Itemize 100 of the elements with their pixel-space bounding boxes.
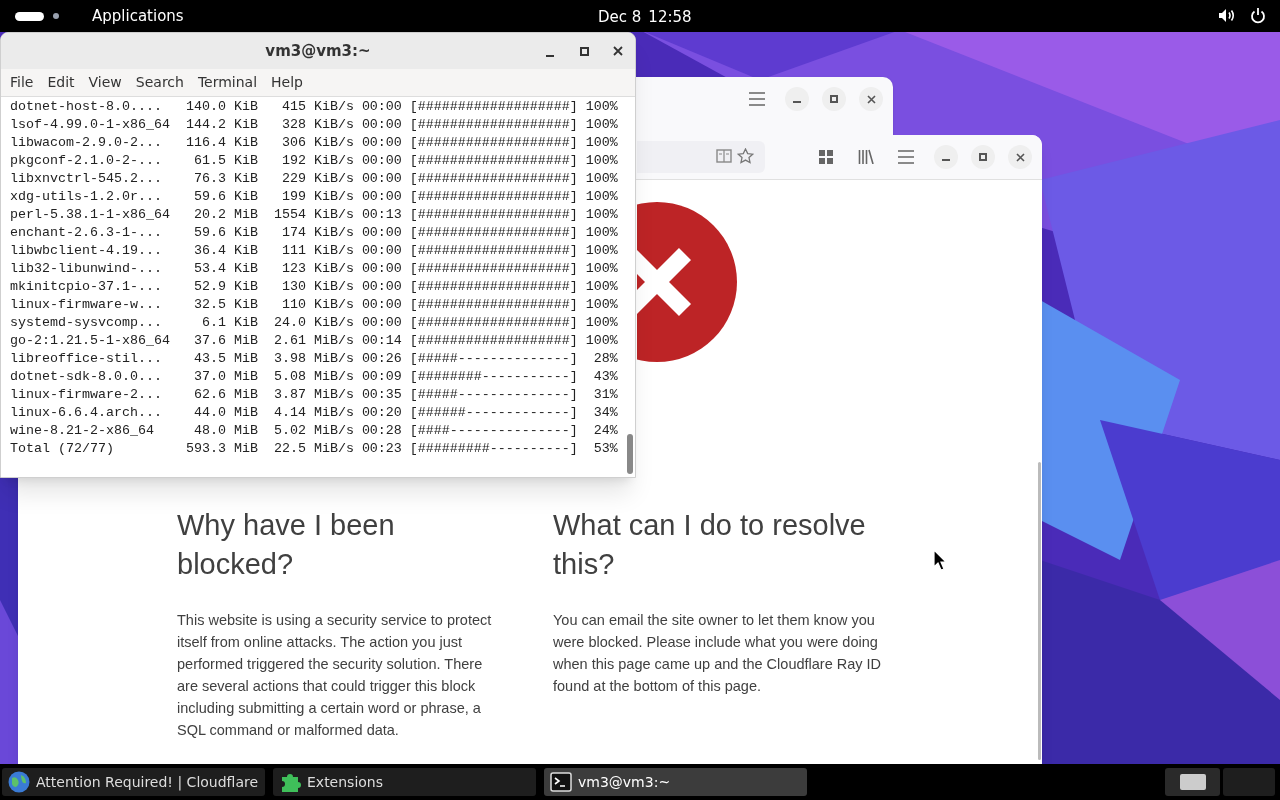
scrollbar[interactable] [1038, 462, 1041, 760]
package-name: linux-6.6.4.arch... [10, 404, 163, 422]
time-remaining: 00:00 [360, 296, 402, 314]
percent-text: 100% [584, 278, 618, 296]
menu-item[interactable]: Help [264, 72, 310, 93]
progress-text: [###################] [408, 98, 578, 116]
time-remaining: 00:09 [360, 368, 402, 386]
download-speed: 3.87 MiB/s [272, 386, 354, 404]
section-heading: Why have I been blocked? [177, 508, 396, 582]
package-name: mkinitcpio-37.1-... [10, 278, 163, 296]
progress-text: [###################] [408, 206, 578, 224]
download-speed: 130 KiB/s [280, 278, 354, 296]
grid-icon[interactable] [819, 150, 833, 164]
power-icon[interactable] [1250, 7, 1266, 24]
download-speed: 192 KiB/s [280, 152, 354, 170]
package-name: libwbclient-4.19... [10, 242, 163, 260]
time-remaining: 00:00 [360, 278, 402, 296]
section-heading: What can I do to resolve this? [553, 508, 867, 582]
package-name: go-2:1.21.5-1-x86_64 [10, 332, 170, 350]
workspace-thumbnail[interactable] [1165, 768, 1220, 796]
package-name: xdg-utils-1.2.0r... [10, 188, 163, 206]
time-remaining: 00:28 [360, 422, 402, 440]
progress-text: [###################] [408, 242, 578, 260]
puzzle-icon [279, 771, 301, 793]
reader-view-icon[interactable] [716, 149, 732, 164]
package-name: perl-5.38.1-1-x86_64 [10, 206, 170, 224]
percent-text: 100% [584, 116, 618, 134]
percent-text: 100% [584, 332, 618, 350]
package-name: systemd-sysvcomp... [10, 314, 163, 332]
progress-text: [###################] [408, 134, 578, 152]
percent-text: 31% [592, 386, 618, 404]
download-speed: 1554 KiB/s [272, 206, 354, 224]
percent-text: 100% [584, 296, 618, 314]
progress-text: [###################] [408, 152, 578, 170]
download-speed: 123 KiB/s [280, 260, 354, 278]
library-icon[interactable] [858, 149, 874, 164]
percent-text: 100% [584, 98, 618, 116]
percent-text: 100% [584, 260, 618, 278]
volume-icon[interactable] [1218, 8, 1235, 23]
percent-text: 100% [584, 152, 618, 170]
percent-text: 100% [584, 224, 618, 242]
menu-icon[interactable] [898, 150, 914, 164]
clock[interactable]: Dec 8 12:58 [598, 6, 692, 29]
terminal-icon [550, 772, 572, 792]
percent-text: 100% [584, 314, 618, 332]
taskbar-window-button[interactable]: Extensions [273, 768, 536, 796]
download-size: 59.6 KiB [192, 224, 258, 242]
applications-menu[interactable]: Applications [92, 4, 184, 28]
download-speed: 415 KiB/s [280, 98, 354, 116]
download-size: 32.5 KiB [192, 296, 258, 314]
time-remaining: 00:00 [360, 260, 402, 278]
workspace-thumbnail[interactable] [1223, 768, 1275, 796]
progress-text: [######-------------] [408, 404, 578, 422]
download-size: 20.2 MiB [192, 206, 258, 224]
time-remaining: 00:00 [360, 134, 402, 152]
download-size: 116.4 KiB [184, 134, 258, 152]
package-name: libreoffice-stil... [10, 350, 163, 368]
time-remaining: 00:00 [360, 188, 402, 206]
taskbar-window-button[interactable]: vm3@vm3:~ [544, 768, 807, 796]
package-name: libxnvctrl-545.2... [10, 170, 163, 188]
package-name: lsof-4.99.0-1-x86_64 [10, 116, 170, 134]
progress-text: [###################] [408, 170, 578, 188]
download-size: 6.1 KiB [200, 314, 258, 332]
package-name: pkgconf-2.1.0-2-... [10, 152, 163, 170]
menu-item[interactable]: View [81, 72, 129, 93]
activities-indicator-icon[interactable] [15, 11, 59, 21]
download-size: 53.4 KiB [192, 260, 258, 278]
progress-text: [###################] [408, 296, 578, 314]
taskbar-window-button[interactable]: Attention Required! | Cloudflare [2, 768, 265, 796]
percent-text: 28% [592, 350, 618, 368]
download-size: 76.3 KiB [192, 170, 258, 188]
download-speed: 5.02 MiB/s [272, 422, 354, 440]
bookmark-star-icon[interactable] [737, 148, 754, 164]
progress-text: [########-----------] [408, 368, 578, 386]
progress-text: [#####--------------] [408, 350, 578, 368]
percent-text: 100% [584, 242, 618, 260]
download-speed: 174 KiB/s [280, 224, 354, 242]
progress-text: [###################] [408, 332, 578, 350]
close-icon [613, 46, 623, 56]
menu-icon[interactable] [749, 92, 765, 106]
percent-text: 43% [592, 368, 618, 386]
download-speed: 22.5 MiB/s [272, 440, 354, 458]
progress-text: [#########----------] [408, 440, 578, 458]
download-size: 140.0 KiB [184, 98, 258, 116]
package-name: Total (72/77) [10, 440, 115, 458]
menu-item[interactable]: File [3, 72, 41, 93]
mouse-pointer-icon [933, 549, 947, 571]
window-title: vm3@vm3:~ [265, 40, 371, 62]
package-name: linux-firmware-w... [10, 296, 163, 314]
package-name: wine-8.21-2-x86_64 [10, 422, 155, 440]
time-remaining: 00:35 [360, 386, 402, 404]
percent-text: 100% [584, 188, 618, 206]
package-name: dotnet-sdk-8.0.0... [10, 368, 163, 386]
scrollbar-thumb[interactable] [627, 434, 633, 474]
menu-item[interactable]: Terminal [190, 72, 265, 93]
download-size: 37.0 MiB [192, 368, 258, 386]
progress-text: [###################] [408, 224, 578, 242]
progress-text: [###################] [408, 116, 578, 134]
menu-item[interactable]: Edit [40, 72, 82, 93]
menu-item[interactable]: Search [128, 72, 191, 93]
